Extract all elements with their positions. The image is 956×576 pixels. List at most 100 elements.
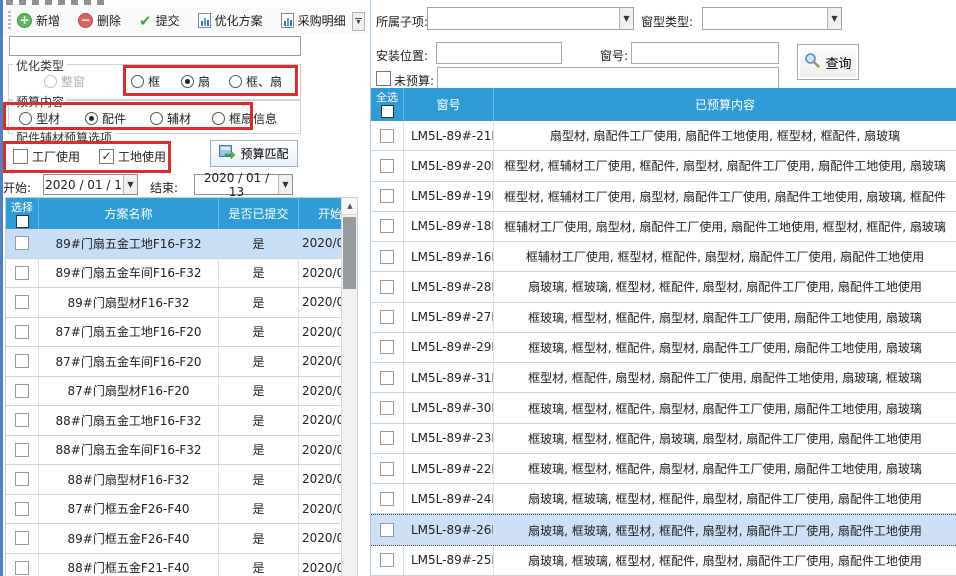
chevron-down-icon[interactable]: ▼ — [123, 175, 137, 194]
window-type-combobox[interactable]: ▼ — [702, 7, 842, 30]
window-table-row[interactable]: LM5L-89#-26F24扇玻璃, 框玻璃, 框型材, 框配件, 扇型材, 扇… — [371, 514, 956, 545]
row-checkbox[interactable] — [380, 431, 394, 445]
toolbar-overflow-button[interactable]: ▼ — [352, 12, 365, 31]
optimize-plan-button[interactable]: 优化方案 — [196, 10, 265, 31]
row-checkbox[interactable] — [380, 492, 394, 506]
row-checkbox[interactable] — [380, 371, 394, 385]
purchase-detail-button[interactable]: 采购明细 ▼ — [279, 10, 361, 31]
radio-option[interactable]: 框 — [131, 73, 160, 90]
window-table-row[interactable]: LM5L-89#-30F28框玻璃, 框型材, 框配件, 扇型材, 扇配件工厂使… — [371, 393, 956, 423]
row-checkbox[interactable] — [15, 384, 29, 398]
row-checkbox[interactable] — [380, 462, 394, 476]
budget-match-button[interactable]: 预算匹配 — [210, 140, 298, 167]
radio-circle-icon[interactable] — [44, 75, 57, 88]
radio-option[interactable]: 整窗 — [44, 73, 85, 90]
row-checkbox[interactable] — [15, 502, 29, 516]
query-button[interactable]: 查询 — [797, 44, 859, 80]
plan-table-row[interactable]: 88#门扇五金车间F16-F32是2020/0 — [6, 436, 343, 466]
plan-table-row[interactable]: 89#门扇五金车间F16-F32是2020/0 — [6, 259, 343, 289]
install-location-input[interactable] — [436, 42, 562, 64]
submit-button[interactable]: ✔ 提交 — [137, 10, 182, 31]
row-checkbox[interactable] — [15, 236, 29, 250]
delete-button[interactable]: − 删除 — [76, 10, 123, 31]
radio-circle-icon[interactable] — [19, 112, 32, 125]
radio-circle-icon[interactable] — [181, 75, 194, 88]
row-checkbox[interactable] — [15, 325, 29, 339]
submitted-column-header[interactable]: 是否已提交 — [219, 198, 299, 229]
row-checkbox[interactable] — [15, 443, 29, 457]
radio-circle-icon[interactable] — [85, 112, 98, 125]
checkbox-icon[interactable] — [99, 149, 114, 164]
plan-table-row[interactable]: 87#门扇型材F16-F20是2020/0 — [6, 377, 343, 407]
radio-option[interactable]: 型材 — [19, 110, 60, 127]
row-checkbox[interactable] — [380, 340, 394, 354]
plan-table-row[interactable]: 87#门扇五金工地F16-F20是2020/0 — [6, 318, 343, 348]
plan-table-row[interactable]: 87#门框五金F26-F40是2020/0 — [6, 495, 343, 525]
radio-option[interactable]: 辅材 — [150, 110, 191, 127]
window-table-row[interactable]: LM5L-89#-23F21框玻璃, 框型材, 框配件, 扇玻璃, 扇型材, 扇… — [371, 424, 956, 454]
window-table-row[interactable]: LM5L-89#-19F17框型材, 框辅材工厂使用, 扇型材, 扇配件工厂使用… — [371, 182, 956, 212]
plan-filter-input[interactable] — [9, 36, 301, 56]
radio-circle-icon[interactable] — [229, 75, 242, 88]
radio-option[interactable]: 扇 — [181, 73, 210, 90]
radio-option[interactable]: 框、扇 — [229, 73, 282, 90]
plan-table-row[interactable]: 89#门扇型材F16-F32是2020/0 — [6, 288, 343, 318]
radio-circle-icon[interactable] — [131, 75, 144, 88]
row-checkbox[interactable] — [15, 413, 29, 427]
radio-option[interactable]: 框扇信息 — [212, 110, 277, 127]
row-checkbox[interactable] — [380, 250, 394, 264]
budgeted-content-column-header[interactable]: 已预算内容 — [494, 88, 956, 121]
plan-table-row[interactable]: 88#门扇型材F16-F32是2020/0 — [6, 465, 343, 495]
row-checkbox[interactable] — [380, 310, 394, 324]
row-checkbox[interactable] — [380, 401, 394, 415]
row-checkbox[interactable] — [15, 472, 29, 486]
row-checkbox[interactable] — [15, 561, 29, 575]
chevron-down-icon[interactable]: ▼ — [827, 8, 841, 29]
row-checkbox[interactable] — [15, 266, 29, 280]
not-budgeted-checkbox[interactable] — [376, 71, 391, 86]
window-table-row[interactable]: LM5L-89#-20F18框型材, 框辅材工厂使用, 框配件, 扇型材, 扇配… — [371, 151, 956, 181]
window-table-row[interactable]: LM5L-89#-18F16框辅材工厂使用, 扇型材, 扇配件工厂使用, 扇配件… — [371, 212, 956, 242]
row-checkbox[interactable] — [380, 280, 394, 294]
row-checkbox[interactable] — [15, 531, 29, 545]
row-checkbox[interactable] — [380, 523, 394, 537]
window-table-row[interactable]: LM5L-89#-28F26扇玻璃, 框玻璃, 框型材, 框配件, 扇型材, 扇… — [371, 272, 956, 302]
row-checkbox[interactable] — [380, 159, 394, 173]
window-table-row[interactable]: LM5L-89#-16F15框辅材工厂使用, 框型材, 框配件, 扇型材, 扇配… — [371, 242, 956, 272]
add-button[interactable]: + 新增 — [15, 10, 62, 31]
window-table-row[interactable]: LM5L-89#-27F25框玻璃, 框型材, 框配件, 扇型材, 扇配件工厂使… — [371, 303, 956, 333]
plan-name-column-header[interactable]: 方案名称 — [39, 198, 219, 229]
plan-table-row[interactable]: 88#门扇五金工地F16-F32是2020/0 — [6, 406, 343, 436]
window-table-row[interactable]: LM5L-89#-31F29框型材, 框配件, 扇型材, 扇配件工厂使用, 扇配… — [371, 363, 956, 393]
window-no-input[interactable] — [631, 42, 779, 64]
date-start-picker[interactable]: 2020 / 01 / 1 ▼ — [43, 174, 138, 195]
window-table-row[interactable]: LM5L-89#-21F19扇型材, 扇配件工厂使用, 扇配件工地使用, 框型材… — [371, 121, 956, 151]
scroll-up-icon[interactable]: ▲ — [342, 198, 358, 215]
row-checkbox[interactable] — [15, 295, 29, 309]
sub-item-combobox[interactable]: ▼ — [427, 7, 634, 30]
plan-table-row[interactable]: 89#门扇五金工地F16-F32是2020/0 — [6, 229, 343, 259]
scrollbar-thumb[interactable] — [343, 217, 356, 289]
not-budgeted-input[interactable] — [437, 67, 779, 89]
chevron-down-icon[interactable]: ▼ — [278, 175, 292, 194]
row-checkbox[interactable] — [380, 553, 394, 567]
window-table-row[interactable]: LM5L-89#-29F27框玻璃, 框型材, 框配件, 扇型材, 扇配件工厂使… — [371, 333, 956, 363]
checkbox-option[interactable]: 工地使用 — [99, 148, 166, 165]
plan-table-row[interactable]: 89#门框五金F26-F40是2020/0 — [6, 524, 343, 554]
checkbox-option[interactable]: 工厂使用 — [13, 148, 80, 165]
window-no-column-header[interactable]: 窗号 — [404, 88, 494, 121]
plan-table-row[interactable]: 88#门框五金F21-F40是2020/0 — [6, 554, 343, 576]
row-checkbox[interactable] — [380, 219, 394, 233]
radio-circle-icon[interactable] — [212, 112, 225, 125]
select-all-checkbox[interactable] — [16, 215, 29, 228]
plans-table-scrollbar[interactable]: ▲ — [341, 198, 357, 576]
plan-table-row[interactable]: 87#门扇五金车间F16-F20是2020/0 — [6, 347, 343, 377]
checkbox-icon[interactable] — [13, 149, 28, 164]
row-checkbox[interactable] — [380, 129, 394, 143]
radio-circle-icon[interactable] — [150, 112, 163, 125]
window-table-row[interactable]: LM5L-89#-22F20框玻璃, 框型材, 框配件, 扇型材, 扇配件工厂使… — [371, 454, 956, 484]
window-table-row[interactable]: LM5L-89#-24F22扇玻璃, 框玻璃, 框型材, 框配件, 扇型材, 扇… — [371, 484, 956, 514]
radio-option[interactable]: 配件 — [85, 110, 126, 127]
chevron-down-icon[interactable]: ▼ — [619, 8, 633, 29]
date-end-picker[interactable]: 2020 / 01 / 13 ▼ — [194, 174, 293, 195]
